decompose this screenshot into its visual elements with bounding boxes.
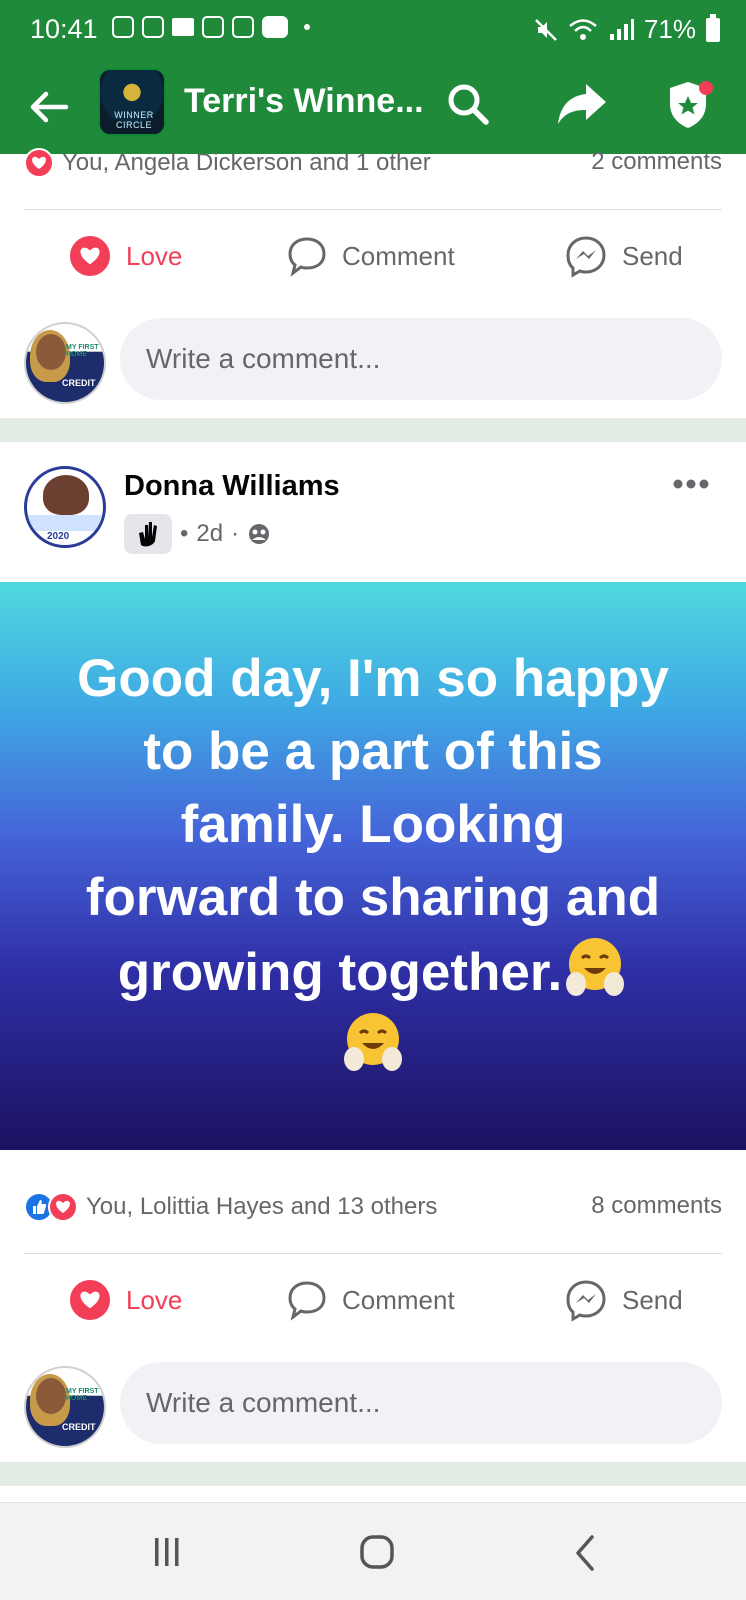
- system-nav-bar: [0, 1502, 746, 1600]
- post-time[interactable]: 2d: [196, 520, 223, 548]
- instagram-icon: [112, 16, 134, 38]
- group-title[interactable]: Terri's Winne...: [184, 82, 424, 121]
- love-reaction-icon: [24, 148, 54, 178]
- messenger-icon: [566, 236, 606, 278]
- group-logo[interactable]: WINNER CIRCLE: [98, 68, 166, 136]
- more-options-icon[interactable]: [672, 478, 710, 490]
- send-label: Send: [622, 240, 683, 271]
- facebook-group-feed: 10:41 71% WINNER CIRCLE Terri's Winne...: [0, 0, 746, 1600]
- battery-icon: [706, 13, 720, 42]
- back-nav-icon[interactable]: [572, 1533, 598, 1573]
- back-arrow-icon[interactable]: [26, 84, 72, 130]
- post-separator: [0, 418, 746, 442]
- app-bar: WINNER CIRCLE Terri's Winne...: [0, 58, 746, 154]
- voicemail-icon: [142, 16, 164, 38]
- notification-icons: [112, 16, 310, 38]
- divider: [24, 209, 722, 210]
- admin-shield-icon[interactable]: [664, 76, 716, 132]
- love-icon: [68, 234, 112, 278]
- love-label: Love: [126, 1284, 183, 1315]
- comment-input[interactable]: Write a comment...: [120, 1362, 722, 1444]
- reaction-summary-left: You, Lolittia Hayes and 13 others: [24, 1192, 437, 1222]
- send-button[interactable]: Send: [564, 1270, 683, 1330]
- sync-icon: [232, 16, 254, 38]
- comment-button[interactable]: Comment: [286, 1270, 455, 1330]
- post-text: Good day, I'm so happy to be a part of t…: [40, 642, 706, 1084]
- author-avatar[interactable]: 2020: [24, 466, 106, 548]
- post-actions: Love Comment Send: [0, 226, 746, 286]
- recent-apps-icon[interactable]: [152, 1535, 182, 1569]
- comment-icon: [288, 1281, 326, 1321]
- folder-icon: [172, 18, 194, 36]
- love-button[interactable]: Love: [68, 226, 182, 286]
- reaction-summary[interactable]: You, Angela Dickerson and 1 other 2 comm…: [24, 144, 722, 184]
- comment-label: Comment: [342, 1284, 455, 1315]
- love-icon: [68, 1278, 112, 1322]
- post-background-text[interactable]: Good day, I'm so happy to be a part of t…: [0, 582, 746, 1150]
- mute-icon: [535, 18, 557, 41]
- share-icon[interactable]: [556, 80, 608, 128]
- group-privacy-icon: [249, 524, 270, 544]
- search-icon[interactable]: [444, 80, 492, 128]
- love-label: Love: [126, 240, 183, 271]
- battery-percent: 71%: [643, 14, 696, 44]
- reactors-text: You, Lolittia Hayes and 13 others: [86, 1193, 438, 1220]
- instagram-icon: [202, 16, 224, 38]
- wifi-icon: [569, 18, 597, 40]
- post-actions: Love Comment Send: [0, 1270, 746, 1330]
- post-meta: • 2d ·: [124, 514, 271, 554]
- send-label: Send: [622, 1284, 683, 1315]
- comment-composer: MY FIRST HOME CREDIT Write a comment...: [0, 318, 746, 408]
- messenger-icon: [566, 1280, 606, 1322]
- post-header: 2020 Donna Williams • 2d ·: [0, 442, 746, 582]
- new-member-wave-icon[interactable]: [124, 514, 172, 554]
- signal-icon: [609, 18, 634, 40]
- reaction-summary[interactable]: You, Lolittia Hayes and 13 others 8 comm…: [24, 1188, 722, 1228]
- more-notifications-dot: [304, 24, 310, 30]
- system-icons: 71%: [534, 13, 720, 45]
- comment-label: Comment: [342, 240, 455, 271]
- youtube-icon: [262, 16, 288, 38]
- post-separator: [0, 1462, 746, 1486]
- my-avatar[interactable]: MY FIRST HOME CREDIT: [24, 322, 106, 404]
- divider: [24, 1253, 722, 1254]
- comment-input[interactable]: Write a comment...: [120, 318, 722, 400]
- comment-composer: MY FIRST HOME CREDIT Write a comment...: [0, 1362, 746, 1452]
- reactors-text: You, Angela Dickerson and 1 other: [62, 149, 431, 176]
- status-bar: 10:41 71%: [0, 0, 746, 58]
- my-avatar[interactable]: MY FIRST HOME CREDIT: [24, 1366, 106, 1448]
- comment-icon: [288, 237, 326, 277]
- reaction-summary-left: You, Angela Dickerson and 1 other: [24, 148, 431, 178]
- comment-button[interactable]: Comment: [286, 226, 455, 286]
- comments-count[interactable]: 2 comments: [591, 148, 722, 176]
- comments-count[interactable]: 8 comments: [591, 1192, 722, 1220]
- author-name[interactable]: Donna Williams: [124, 470, 340, 503]
- group-logo-text: WINNER CIRCLE: [114, 110, 154, 130]
- send-button[interactable]: Send: [564, 226, 683, 286]
- hugging-face-icon: [562, 934, 628, 1000]
- status-time: 10:41: [30, 14, 98, 44]
- love-button[interactable]: Love: [68, 1270, 182, 1330]
- hugging-face-icon: [340, 1009, 406, 1075]
- love-reaction-icon: [48, 1192, 78, 1222]
- home-icon[interactable]: [358, 1533, 396, 1571]
